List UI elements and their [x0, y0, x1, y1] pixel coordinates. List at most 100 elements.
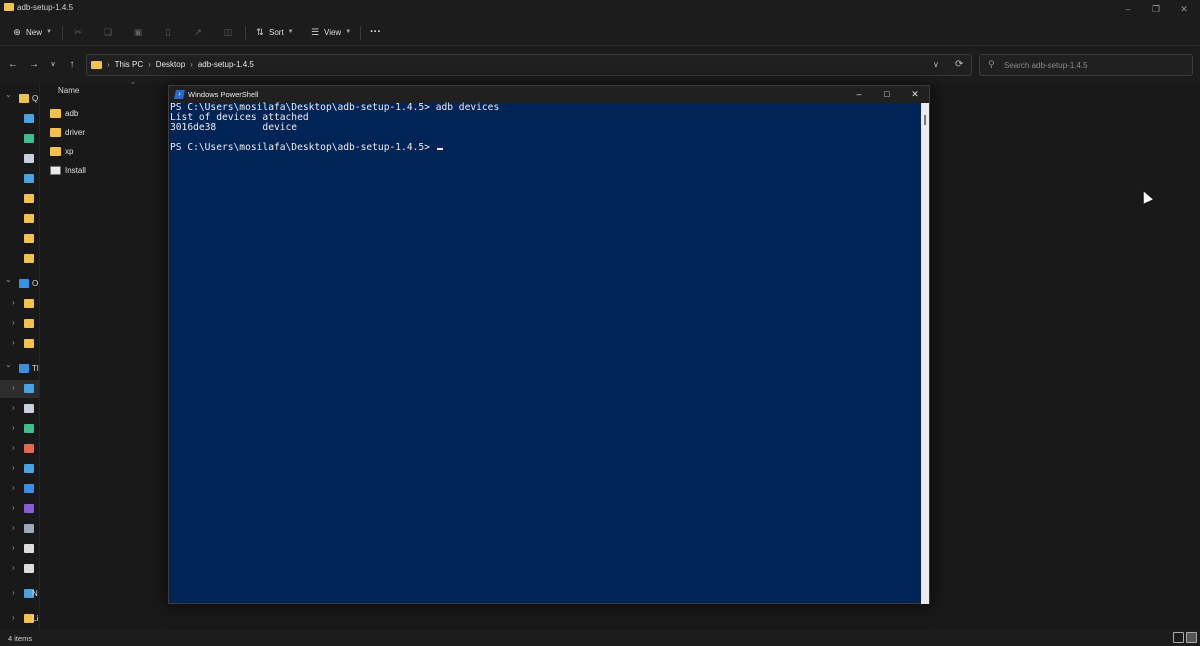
folder-icon — [24, 319, 34, 328]
copy-button[interactable]: ❏ — [103, 24, 113, 40]
search-box[interactable]: ⚲ Search adb-setup-1.4.5 — [979, 54, 1193, 76]
sidebar-item[interactable]: › N — [0, 585, 39, 603]
scrollbar-thumb[interactable] — [924, 115, 926, 125]
breadcrumb-desktop[interactable]: Desktop — [156, 60, 185, 69]
chevron-right-icon[interactable]: › — [12, 383, 15, 392]
console-output[interactable]: PS C:\Users\mosilafa\Desktop\adb-setup-1… — [169, 103, 921, 604]
divider — [360, 26, 361, 40]
close-icon[interactable]: ✕ — [901, 86, 929, 103]
sidebar-item[interactable]: › — [0, 420, 39, 438]
console-prompt-line: PS C:\Users\mosilafa\Desktop\adb-setup-1… — [170, 143, 443, 153]
sidebar-item[interactable]: ⌄ Q — [0, 90, 39, 108]
chevron-right-icon[interactable]: › — [12, 298, 15, 307]
rename-button[interactable]: ▯ — [163, 24, 173, 40]
list-item[interactable]: adb — [50, 104, 170, 122]
sidebar-item[interactable] — [0, 250, 39, 268]
view-button[interactable]: ☰ View ▼ — [310, 24, 351, 40]
status-bar: 4 items — [0, 630, 1200, 646]
tiles-view-icon[interactable] — [1186, 632, 1197, 643]
chevron-right-icon[interactable]: › — [12, 503, 15, 512]
chevron-down-icon[interactable]: ⌄ — [5, 90, 12, 99]
sort-label: Sort — [269, 27, 284, 37]
sidebar-item[interactable]: › — [0, 295, 39, 313]
chevron-right-icon: › — [148, 60, 151, 69]
sidebar-item[interactable]: › — [0, 560, 39, 578]
chevron-right-icon[interactable]: › — [12, 423, 15, 432]
sidebar-item[interactable]: › — [0, 480, 39, 498]
copy-icon: ❏ — [103, 27, 113, 37]
share-button[interactable]: ↗ — [193, 24, 203, 40]
forward-arrow-icon[interactable]: → — [27, 58, 41, 72]
powershell-icon: › — [174, 90, 185, 99]
chevron-right-icon[interactable]: › — [12, 403, 15, 412]
list-item[interactable]: xp — [50, 142, 170, 160]
address-bar[interactable]: › This PC › Desktop › adb-setup-1.4.5 ∨ … — [86, 54, 972, 76]
recent-chevron-icon[interactable]: ∨ — [46, 58, 60, 72]
sidebar-item[interactable]: › — [0, 520, 39, 538]
powershell-window[interactable]: › Windows PowerShell – □ ✕ PS C:\Users\m… — [168, 85, 930, 604]
sidebar-item[interactable]: › — [0, 540, 39, 558]
chevron-right-icon[interactable]: › — [12, 318, 15, 327]
this-pc-icon — [19, 364, 29, 373]
sidebar-item[interactable] — [0, 230, 39, 248]
list-item[interactable]: driver — [50, 123, 170, 141]
up-arrow-icon[interactable]: ↑ — [65, 58, 79, 72]
breadcrumb-this-pc[interactable]: This PC — [115, 60, 143, 69]
sidebar-item[interactable]: › Li — [0, 610, 39, 628]
folder-icon — [4, 3, 14, 11]
sidebar-item[interactable]: ⌄ Tl — [0, 360, 39, 378]
sidebar-item[interactable]: › — [0, 315, 39, 333]
sidebar-item[interactable]: ⌄ O — [0, 275, 39, 293]
back-arrow-icon[interactable]: ← — [6, 58, 20, 72]
chevron-right-icon[interactable]: › — [12, 543, 15, 552]
chevron-right-icon[interactable]: › — [12, 588, 15, 597]
breadcrumb-current-folder[interactable]: adb-setup-1.4.5 — [198, 60, 254, 69]
minimize-icon[interactable]: – — [1114, 1, 1142, 17]
paste-button[interactable]: ▣ — [133, 24, 143, 40]
chevron-right-icon[interactable]: › — [12, 443, 15, 452]
powershell-title: Windows PowerShell — [188, 90, 259, 99]
maximize-icon[interactable]: □ — [873, 86, 901, 103]
desktop-icon — [24, 114, 34, 123]
chevron-right-icon[interactable]: › — [12, 338, 15, 347]
address-dropdown-icon[interactable]: ∨ — [933, 60, 939, 69]
sidebar-item[interactable]: › — [0, 500, 39, 518]
console-line: 3016de38 device — [170, 122, 298, 133]
minimize-icon[interactable]: – — [845, 86, 873, 103]
close-icon[interactable]: ✕ — [1170, 1, 1198, 17]
sidebar-item[interactable] — [0, 170, 39, 188]
sidebar-item[interactable]: › — [0, 335, 39, 353]
phone-icon — [24, 484, 34, 493]
pictures-icon — [24, 174, 34, 183]
refresh-icon[interactable]: ⟳ — [955, 59, 963, 70]
sidebar-item[interactable] — [0, 150, 39, 168]
sidebar-item[interactable] — [0, 210, 39, 228]
delete-button[interactable]: ◫ — [223, 24, 233, 40]
chevron-right-icon[interactable]: › — [12, 463, 15, 472]
more-options-button[interactable]: ··· — [370, 24, 381, 40]
search-placeholder: Search adb-setup-1.4.5 — [1004, 61, 1088, 70]
sidebar-item[interactable] — [0, 190, 39, 208]
column-header-name[interactable]: Name — [58, 86, 79, 95]
new-button[interactable]: ⊕ New ▼ — [12, 24, 52, 40]
sidebar-item[interactable]: › — [0, 460, 39, 478]
sidebar-item[interactable] — [0, 110, 39, 128]
sidebar-item[interactable] — [0, 130, 39, 148]
sidebar-item[interactable]: › — [0, 440, 39, 458]
chevron-down-icon[interactable]: ⌄ — [5, 275, 12, 284]
chevron-down-icon[interactable]: ⌄ — [5, 360, 12, 369]
chevron-right-icon[interactable]: › — [12, 563, 15, 572]
sidebar-item[interactable]: › — [0, 400, 39, 418]
list-item[interactable]: Install — [50, 161, 170, 179]
chevron-right-icon[interactable]: › — [12, 523, 15, 532]
cut-button[interactable]: ✂ — [73, 24, 83, 40]
sidebar-item[interactable]: › — [0, 380, 39, 398]
details-view-icon[interactable] — [1173, 632, 1184, 643]
window-title: adb-setup-1.4.5 — [17, 3, 74, 12]
chevron-right-icon[interactable]: › — [12, 483, 15, 492]
restore-icon[interactable]: ❐ — [1142, 1, 1170, 17]
scrollbar[interactable] — [921, 103, 929, 604]
chevron-right-icon[interactable]: › — [12, 613, 15, 622]
powershell-titlebar[interactable]: › Windows PowerShell – □ ✕ — [169, 86, 929, 103]
sort-button[interactable]: ⇅ Sort ▼ — [255, 24, 293, 40]
